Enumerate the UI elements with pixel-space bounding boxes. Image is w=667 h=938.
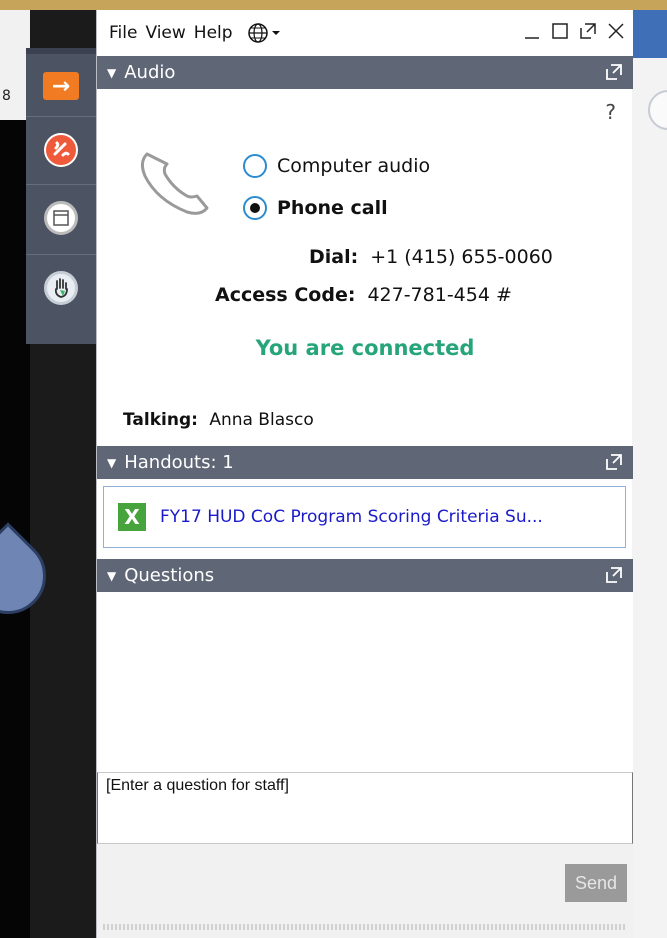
language-menu[interactable] — [247, 22, 281, 44]
background-clipped-text: 8 — [2, 88, 11, 104]
menu-view[interactable]: View — [145, 23, 185, 43]
access-code-label: Access Code: — [215, 284, 356, 306]
background-right-area — [632, 10, 667, 938]
connection-status: You are connected — [255, 336, 475, 360]
handout-file-link[interactable]: FY17 HUD CoC Program Scoring Criteria Su… — [160, 507, 543, 527]
questions-section-title: Questions — [124, 565, 215, 586]
window-controls — [521, 18, 627, 40]
phone-hangup-icon — [44, 133, 78, 167]
resize-grip[interactable] — [103, 924, 627, 930]
popout-icon[interactable] — [605, 566, 623, 584]
talking-name: Anna Blasco — [209, 410, 314, 430]
toolbar-divider — [26, 254, 96, 255]
question-input[interactable] — [97, 772, 633, 844]
question-action-bar: Send — [97, 844, 633, 938]
minimize-icon — [525, 37, 539, 39]
popout-icon[interactable] — [605, 453, 623, 471]
phone-call-label: Phone call — [277, 197, 388, 219]
screen-view-button[interactable] — [36, 190, 86, 246]
side-toolbar: → — [26, 48, 96, 344]
computer-audio-option[interactable]: Computer audio — [243, 154, 430, 178]
questions-log — [97, 592, 633, 772]
close-icon — [608, 23, 624, 39]
raise-hand-button[interactable] — [36, 260, 86, 316]
chevron-down-icon — [271, 31, 280, 35]
audio-section-header[interactable]: ▼ Audio — [97, 56, 633, 89]
talking-indicator: Talking: Anna Blasco — [123, 410, 314, 430]
dial-info: Dial: +1 (415) 655-0060 — [309, 246, 553, 268]
radio-selected-dot — [250, 203, 260, 213]
computer-audio-radio[interactable] — [243, 154, 267, 178]
globe-icon — [247, 23, 268, 43]
audio-help-button[interactable]: ? — [605, 100, 616, 124]
questions-section-header[interactable]: ▼ Questions — [97, 559, 633, 592]
access-code-info: Access Code: 427-781-454 # — [215, 284, 512, 306]
background-top-bar — [0, 0, 667, 10]
minimize-button[interactable] — [521, 18, 543, 40]
collapse-triangle-icon: ▼ — [107, 568, 117, 583]
excel-file-icon: X — [118, 503, 146, 531]
collapse-triangle-icon: ▼ — [107, 455, 117, 470]
phone-call-radio[interactable] — [243, 196, 267, 220]
handout-list-item[interactable]: X FY17 HUD CoC Program Scoring Criteria … — [103, 486, 626, 548]
background-nav-button[interactable] — [648, 90, 667, 130]
raise-hand-icon — [44, 271, 78, 305]
background-arrow-shape — [0, 522, 62, 630]
dial-label: Dial: — [309, 246, 359, 268]
handouts-section-title: Handouts: 1 — [124, 452, 234, 473]
arrow-right-icon: → — [43, 72, 79, 100]
menu-bar: File View Help — [97, 10, 633, 56]
menu-help[interactable]: Help — [194, 23, 233, 43]
talking-label: Talking: — [123, 410, 198, 430]
send-button[interactable]: Send — [565, 864, 627, 902]
popout-window-button[interactable] — [577, 18, 599, 40]
access-code-value: 427-781-454 # — [367, 284, 512, 306]
close-button[interactable] — [605, 18, 627, 40]
control-panel: File View Help ▼ Audio ? Computer audio … — [96, 10, 633, 938]
audio-toggle-button[interactable] — [36, 122, 86, 178]
maximize-icon — [552, 23, 568, 39]
handouts-section-header[interactable]: ▼ Handouts: 1 — [97, 446, 633, 479]
collapse-panel-button[interactable]: → — [36, 58, 86, 114]
collapse-triangle-icon: ▼ — [107, 65, 117, 80]
background-blue-header — [632, 10, 667, 58]
maximize-button[interactable] — [549, 18, 571, 40]
phone-call-option[interactable]: Phone call — [243, 196, 388, 220]
menu-file[interactable]: File — [109, 23, 137, 43]
popout-icon[interactable] — [605, 63, 623, 81]
dial-number: +1 (415) 655-0060 — [370, 246, 553, 268]
audio-section-title: Audio — [124, 62, 176, 83]
computer-audio-label: Computer audio — [277, 155, 431, 177]
toolbar-divider — [26, 184, 96, 185]
window-icon — [44, 201, 78, 235]
toolbar-divider — [26, 116, 96, 117]
popout-icon — [580, 23, 596, 39]
phone-handset-icon — [140, 152, 209, 215]
